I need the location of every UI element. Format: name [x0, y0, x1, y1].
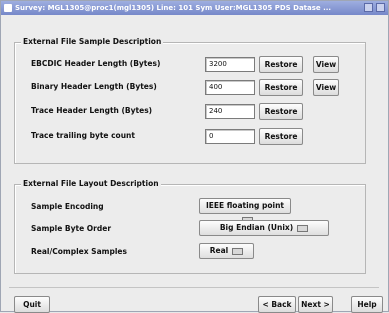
ebcdic-header-label: EBCDIC Header Length (Bytes) [31, 59, 161, 68]
real-complex-select[interactable]: Real [199, 243, 254, 259]
trailing-byte-input[interactable]: 0 [205, 129, 255, 144]
dropdown-indicator-icon [232, 247, 244, 255]
binary-header-input[interactable]: 400 [205, 80, 255, 95]
minimize-icon[interactable] [364, 3, 373, 12]
survey-dialog: Survey: MGL1305@proc1(mgl1305) Line: 101… [0, 0, 389, 313]
byte-order-label: Sample Byte Order [31, 224, 112, 233]
layout-description-title: External File Layout Description [21, 179, 161, 188]
footer-divider [9, 287, 379, 288]
title-bar[interactable]: Survey: MGL1305@proc1(mgl1305) Line: 101… [1, 1, 388, 15]
sample-encoding-value: IEEE floating point [205, 201, 285, 210]
sample-encoding-select[interactable]: IEEE floating point [199, 198, 291, 224]
help-button[interactable]: Help [351, 296, 383, 313]
trailing-byte-restore-button[interactable]: Restore [259, 128, 303, 145]
window-title: Survey: MGL1305@proc1(mgl1305) Line: 101… [15, 4, 332, 12]
ebcdic-header-input[interactable]: 3200 [205, 57, 255, 72]
app-icon [4, 4, 12, 12]
binary-header-label: Binary Header Length (Bytes) [31, 82, 157, 91]
quit-button[interactable]: Quit [14, 296, 50, 313]
byte-order-select[interactable]: Big Endian (Unix) [199, 220, 329, 236]
back-button[interactable]: < Back [258, 296, 296, 313]
sample-encoding-label: Sample Encoding [31, 202, 104, 211]
real-complex-label: Real/Complex Samples [31, 247, 127, 256]
real-complex-value: Real [209, 246, 229, 255]
sample-description-title: External File Sample Description [21, 37, 164, 46]
dropdown-indicator-icon [297, 224, 309, 232]
byte-order-value: Big Endian (Unix) [219, 223, 294, 232]
close-icon[interactable] [376, 3, 385, 12]
trace-header-label: Trace Header Length (Bytes) [31, 106, 153, 115]
trace-header-restore-button[interactable]: Restore [259, 103, 303, 120]
ebcdic-view-button[interactable]: View [313, 56, 339, 73]
binary-restore-button[interactable]: Restore [259, 79, 303, 96]
ebcdic-restore-button[interactable]: Restore [259, 56, 303, 73]
trailing-byte-label: Trace trailing byte count [31, 131, 135, 140]
trace-header-input[interactable]: 240 [205, 104, 255, 119]
next-button[interactable]: Next > [298, 296, 333, 313]
binary-view-button[interactable]: View [313, 79, 339, 96]
